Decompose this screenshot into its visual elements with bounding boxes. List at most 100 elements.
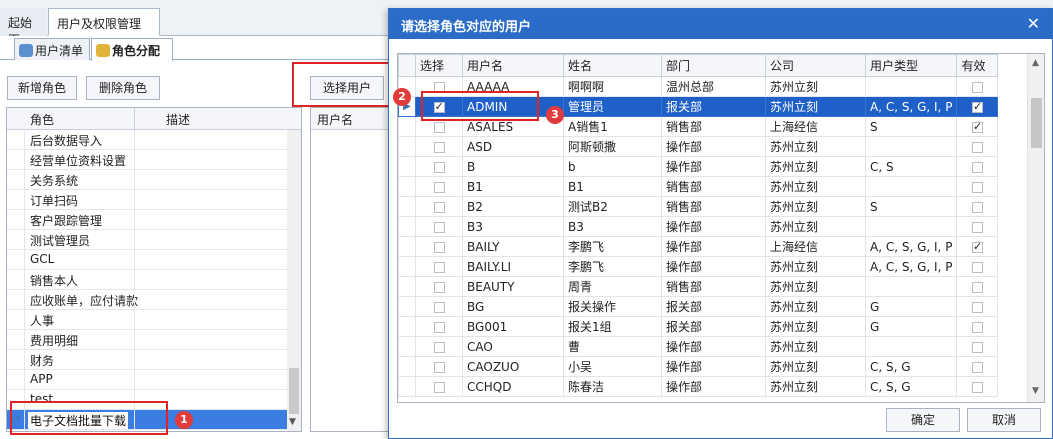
role-row[interactable]: 财务 xyxy=(7,350,287,370)
select-checkbox[interactable] xyxy=(433,181,445,193)
select-checkbox[interactable] xyxy=(433,161,445,173)
role-row[interactable]: 销售本人 xyxy=(7,270,287,290)
select-checkbox[interactable] xyxy=(433,301,445,313)
cancel-button[interactable]: 取消 xyxy=(967,408,1041,432)
table-row[interactable]: Bb 操作部 苏州立刻 C, S xyxy=(398,156,999,177)
department-cell: 报关部 xyxy=(661,316,766,337)
column-header-select[interactable]: 选择 xyxy=(415,54,463,77)
annotation-box-role xyxy=(10,401,168,435)
select-checkbox[interactable] xyxy=(433,261,445,273)
valid-checkbox[interactable] xyxy=(971,141,983,153)
username-cell: B1 xyxy=(462,176,564,197)
valid-checkbox[interactable] xyxy=(971,321,983,333)
role-row[interactable]: 测试管理员 xyxy=(7,230,287,250)
role-row[interactable]: 应收账单，应付请款 xyxy=(7,290,287,310)
user-grid-scrollbar[interactable]: ▲ ▼ xyxy=(1027,54,1044,402)
select-cell xyxy=(415,376,463,397)
row-indicator xyxy=(398,336,416,357)
role-row[interactable]: 人事 xyxy=(7,310,287,330)
select-checkbox[interactable] xyxy=(433,321,445,333)
table-row[interactable]: CAOZUO 小吴 操作部 苏州立刻 C, S, G xyxy=(398,356,999,377)
scroll-up-icon[interactable]: ▲ xyxy=(1032,58,1039,68)
role-row[interactable]: 经营单位资料设置 xyxy=(7,150,287,170)
dialog-title: 请选择角色对应的用户 xyxy=(401,20,532,35)
valid-checkbox[interactable] xyxy=(971,361,983,373)
role-row[interactable]: 关务系统 xyxy=(7,170,287,190)
column-header-description[interactable]: 描述 xyxy=(166,111,190,128)
select-checkbox[interactable] xyxy=(433,201,445,213)
valid-checkbox[interactable] xyxy=(971,240,983,253)
username-cell: CAO xyxy=(462,336,564,357)
company-cell: 上海经信 xyxy=(765,116,866,137)
select-checkbox[interactable] xyxy=(433,361,445,373)
select-checkbox[interactable] xyxy=(433,241,445,253)
tab-role-assign[interactable]: 角色分配 xyxy=(91,38,173,61)
table-row[interactable]: BEAUTY 周青 销售部 苏州立刻 xyxy=(398,276,999,297)
valid-checkbox[interactable] xyxy=(971,181,983,193)
select-checkbox[interactable] xyxy=(433,281,445,293)
select-checkbox[interactable] xyxy=(433,221,445,233)
valid-checkbox[interactable] xyxy=(971,81,983,93)
valid-checkbox[interactable] xyxy=(971,301,983,313)
add-role-button[interactable]: 新增角色 xyxy=(7,76,77,100)
column-header-user-type[interactable]: 用户类型 xyxy=(864,54,958,77)
table-row[interactable]: CCHQD 陈春洁 操作部 苏州立刻 C, S, G xyxy=(398,376,999,397)
company-cell: 苏州立刻 xyxy=(765,96,866,117)
close-icon[interactable]: ✕ xyxy=(1027,14,1040,33)
role-row[interactable]: 后台数据导入 xyxy=(7,130,287,150)
valid-checkbox[interactable] xyxy=(971,281,983,293)
tab-user-permission[interactable]: 用户及权限管理 xyxy=(48,8,160,36)
table-row[interactable]: BG001 报关1组 报关部 苏州立刻 G xyxy=(398,316,999,337)
confirm-button[interactable]: 确定 xyxy=(886,408,960,432)
company-cell: 苏州立刻 xyxy=(765,136,866,157)
user-type-cell: A, C, S, G, I, P xyxy=(864,96,958,117)
column-header-role[interactable]: 角色 xyxy=(30,111,54,128)
valid-checkbox[interactable] xyxy=(971,261,983,273)
row-indicator xyxy=(398,296,416,317)
scroll-down-icon[interactable]: ▼ xyxy=(289,417,296,427)
column-header-valid[interactable]: 有效 xyxy=(956,54,999,77)
valid-checkbox[interactable] xyxy=(971,100,983,113)
column-header-username[interactable]: 用户名 xyxy=(462,54,564,77)
scrollbar-thumb[interactable] xyxy=(289,368,299,414)
table-row[interactable]: ASD 阿斯顿撒 操作部 苏州立刻 xyxy=(398,136,999,157)
select-checkbox[interactable] xyxy=(433,141,445,153)
table-row[interactable]: B3 B3 操作部 苏州立刻 xyxy=(398,216,999,237)
valid-checkbox[interactable] xyxy=(971,221,983,233)
valid-checkbox[interactable] xyxy=(971,120,983,133)
sub-tab-bar: 用户清单 角色分配 xyxy=(0,36,390,61)
select-checkbox[interactable] xyxy=(433,381,445,393)
table-row[interactable]: B2 测试B2 销售部 苏州立刻 S xyxy=(398,196,999,217)
role-row[interactable]: 订单扫码 xyxy=(7,190,287,210)
valid-checkbox[interactable] xyxy=(971,381,983,393)
tab-user-list[interactable]: 用户清单 xyxy=(14,38,90,60)
row-indicator xyxy=(398,156,416,177)
valid-checkbox[interactable] xyxy=(971,161,983,173)
table-row[interactable]: CAO 曹操作部 苏州立刻 xyxy=(398,336,999,357)
scrollbar-thumb[interactable] xyxy=(1031,98,1042,148)
column-header-username[interactable]: 用户名 xyxy=(311,108,391,130)
company-cell: 苏州立刻 xyxy=(765,316,866,337)
tab-start-page[interactable]: 起始页 xyxy=(0,8,47,47)
table-row[interactable]: B1 B1 销售部 苏州立刻 xyxy=(398,176,999,197)
role-grid-scrollbar[interactable]: ▼ xyxy=(287,130,301,431)
column-header-company[interactable]: 公司 xyxy=(765,54,866,77)
row-indicator xyxy=(398,176,416,197)
column-header-name[interactable]: 姓名 xyxy=(563,54,662,77)
delete-role-button[interactable]: 删除角色 xyxy=(86,76,160,100)
role-row[interactable]: GCL xyxy=(7,250,287,270)
role-row[interactable]: 费用明细 xyxy=(7,330,287,350)
select-checkbox[interactable] xyxy=(433,341,445,353)
company-cell: 苏州立刻 xyxy=(765,76,866,97)
role-row[interactable]: 客户跟踪管理 xyxy=(7,210,287,230)
scroll-down-icon[interactable]: ▼ xyxy=(1032,386,1039,396)
table-row[interactable]: BAILY.LI 李鹏飞 操作部 苏州立刻 A, C, S, G, I, P xyxy=(398,256,999,277)
valid-checkbox[interactable] xyxy=(971,201,983,213)
column-header-department[interactable]: 部门 xyxy=(661,54,766,77)
table-row[interactable]: BAILY 李鹏飞 操作部 上海经信 A, C, S, G, I, P xyxy=(398,236,999,257)
role-row[interactable]: APP xyxy=(7,370,287,390)
department-cell: 温州总部 xyxy=(661,76,766,97)
table-row[interactable]: BG 报关操作 报关部 苏州立刻 G xyxy=(398,296,999,317)
select-checkbox[interactable] xyxy=(433,121,445,133)
valid-checkbox[interactable] xyxy=(971,341,983,353)
